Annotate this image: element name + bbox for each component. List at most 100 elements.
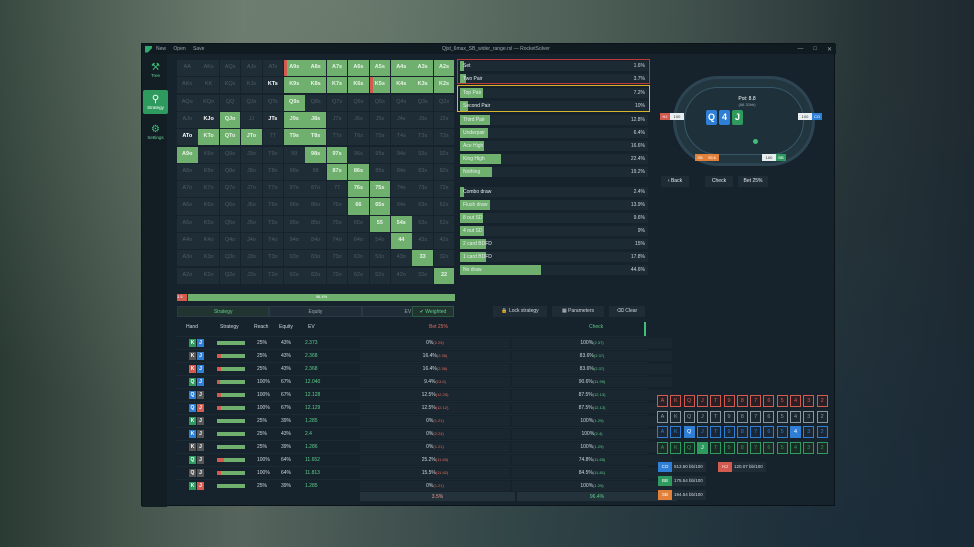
hand-cell[interactable]: K4s [391, 77, 412, 94]
maximize-icon[interactable]: □ [813, 46, 817, 53]
card-selector[interactable]: J [696, 395, 708, 407]
header-hand[interactable]: Hand [186, 324, 198, 330]
hand-cell[interactable]: A6o [177, 198, 198, 215]
hand-cell[interactable]: 33 [412, 250, 433, 267]
hand-cell[interactable]: 92s [433, 146, 455, 163]
hand-cell[interactable]: KTs [262, 77, 284, 94]
tab-strategy[interactable]: Strategy [177, 306, 270, 317]
hand-cell[interactable]: 73s [412, 181, 433, 198]
hand-cell[interactable]: A3s [412, 60, 433, 77]
card-selector[interactable]: 5 [776, 441, 788, 454]
hand-cell[interactable]: Q9s [284, 94, 305, 111]
hand-cell[interactable]: 86o [305, 198, 326, 215]
card-selector[interactable]: T [710, 410, 722, 423]
tab-equity[interactable]: Equity [269, 306, 362, 317]
table-row[interactable]: K J 25% 43% 2.368 16.4%(2.36) 83.6%(2.37) [177, 362, 672, 374]
hand-cell[interactable]: A9o [177, 146, 198, 163]
header-reach[interactable]: Reach [254, 324, 268, 330]
hand-cell[interactable]: T5s [369, 129, 391, 146]
hand-cell[interactable]: JTo [241, 129, 262, 146]
hand-cell[interactable]: K2o [198, 267, 219, 284]
hand-cell[interactable]: T4s [391, 129, 412, 146]
hand-cell[interactable]: 84s [391, 163, 412, 180]
card-selector[interactable]: Q [683, 395, 695, 407]
hand-cell[interactable]: 77 [326, 181, 348, 198]
hand-cell[interactable]: 62s [433, 198, 455, 215]
card-selector[interactable]: A [657, 426, 668, 438]
hand-cell[interactable]: 65o [348, 215, 369, 232]
hand-cell[interactable]: 87o [305, 181, 326, 198]
card-selector[interactable]: T [710, 426, 722, 438]
card-selector[interactable]: 7 [750, 426, 762, 438]
hand-cell[interactable]: 93s [412, 146, 433, 163]
hand-cell[interactable]: T6s [348, 129, 369, 146]
card-selector[interactable]: 2 [816, 426, 828, 438]
hand-cell[interactable]: 54s [391, 215, 412, 232]
header-bet[interactable]: Bet 25% [429, 324, 448, 330]
card-selector[interactable]: 6 [763, 426, 775, 438]
card-selector[interactable]: 8 [736, 426, 748, 438]
hand-cell[interactable]: A6s [348, 60, 369, 77]
card-selector[interactable]: 2 [816, 395, 828, 407]
card-selector[interactable]: 4 [790, 441, 801, 454]
table-row[interactable]: K J 25% 39% 1.285 0%(1.21) 100%(1.29) [177, 414, 672, 426]
card-selector[interactable]: Q [683, 441, 695, 454]
hand-cell[interactable]: 94o [284, 233, 305, 250]
hand-cell[interactable]: K9o [198, 146, 219, 163]
hand-cell[interactable]: Q5o [219, 215, 241, 232]
hand-cell[interactable]: AKs [198, 60, 219, 77]
hand-cell[interactable]: QTs [262, 94, 284, 111]
card-selector[interactable]: 5 [776, 426, 788, 438]
hand-cell[interactable]: 86s [348, 163, 369, 180]
card-selector[interactable]: 7 [750, 395, 762, 407]
category-row[interactable]: 1 card BDFD 17.8% [460, 252, 648, 262]
hand-cell[interactable]: K3o [198, 250, 219, 267]
card-selector[interactable]: 4 [790, 426, 801, 438]
card-selector[interactable]: 9 [723, 410, 735, 423]
hand-cell[interactable]: J3o [241, 250, 262, 267]
menu-open[interactable]: Open [173, 46, 185, 52]
card-selector[interactable]: 7 [750, 410, 762, 423]
hand-cell[interactable]: Q7s [326, 94, 348, 111]
hand-cell[interactable]: 43s [412, 233, 433, 250]
hand-cell[interactable]: 85o [305, 215, 326, 232]
card-selector[interactable]: T [710, 395, 722, 407]
hand-cell[interactable]: QTo [219, 129, 241, 146]
hand-cell[interactable]: T8s [305, 129, 326, 146]
hand-cell[interactable]: Q4s [391, 94, 412, 111]
hand-cell[interactable]: 94s [391, 146, 412, 163]
card-selector[interactable]: T [710, 441, 722, 454]
hand-cell[interactable]: T2s [433, 129, 455, 146]
minimize-icon[interactable]: — [797, 46, 803, 53]
hand-cell[interactable]: A9s [284, 60, 305, 77]
hand-cell[interactable]: 74s [391, 181, 412, 198]
hand-cell[interactable]: QQ [219, 94, 241, 111]
hand-cell[interactable]: T3s [412, 129, 433, 146]
hand-cell[interactable]: K5o [198, 215, 219, 232]
hand-cell[interactable]: 42s [433, 233, 455, 250]
hand-cell[interactable]: K8s [305, 77, 326, 94]
hand-cell[interactable]: Q5s [369, 94, 391, 111]
hand-cell[interactable]: Q3o [219, 250, 241, 267]
hand-cell[interactable]: Q2o [219, 267, 241, 284]
hand-cell[interactable]: Q7o [219, 181, 241, 198]
hand-cell[interactable]: 55 [369, 215, 391, 232]
hand-cell[interactable]: 83s [412, 163, 433, 180]
hand-cell[interactable]: K8o [198, 163, 219, 180]
hand-cell[interactable]: 76o [326, 198, 348, 215]
close-icon[interactable]: ✕ [827, 46, 832, 53]
card-selector[interactable]: 9 [723, 441, 735, 454]
card-selector[interactable]: 3 [803, 441, 815, 454]
hand-cell[interactable]: ATo [177, 129, 198, 146]
lock-strategy-button[interactable]: 🔒 Lock strategy [493, 306, 547, 317]
category-row[interactable]: 8 out SD 9.6% [460, 213, 648, 223]
hand-cell[interactable]: Q8s [305, 94, 326, 111]
category-row[interactable]: Third Pair 12.8% [460, 115, 648, 125]
menu-new[interactable]: New [156, 46, 166, 52]
card-selector[interactable]: 7 [750, 441, 762, 454]
card-selector[interactable]: 5 [776, 410, 788, 423]
hand-cell[interactable]: K5s [369, 77, 391, 94]
hand-cell[interactable]: AJs [241, 60, 262, 77]
table-row[interactable]: Q J 100% 67% 12.128 12.5%(12.25) 87.5%(12.13) [177, 388, 672, 400]
table-row[interactable]: K J 25% 39% 1.285 0%(1.21) 100%(1.29) [177, 479, 672, 491]
